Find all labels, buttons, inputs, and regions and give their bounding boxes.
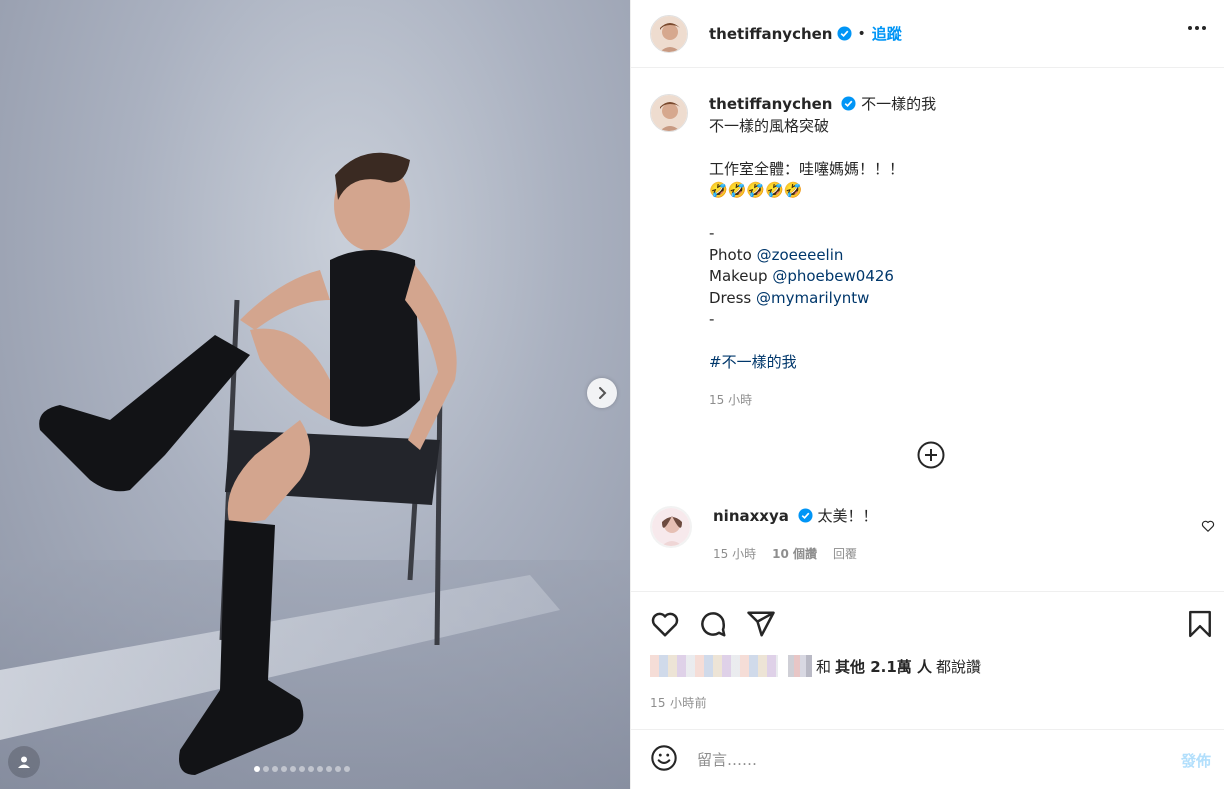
emoji-button[interactable] xyxy=(650,744,678,776)
post-caption: thetiffanychen 不一樣的我 不一樣的風格突破 工作室全體：哇噻媽媽… xyxy=(650,94,1210,411)
carousel-dot xyxy=(344,766,350,772)
chevron-right-icon xyxy=(599,387,607,399)
instagram-post-modal: thetiffanychen • 追蹤 thetiffanychen 不一樣的我… xyxy=(0,0,1224,789)
heart-icon xyxy=(1201,520,1215,532)
caption-blank xyxy=(709,331,936,353)
caption-line: - xyxy=(709,310,715,328)
carousel-indicator xyxy=(254,766,350,772)
likes-summary: 和 其他 2.1萬 人 都說讚 xyxy=(650,655,981,677)
verified-icon xyxy=(841,96,856,111)
author-username[interactable]: thetiffanychen xyxy=(709,25,833,43)
more-options-button[interactable] xyxy=(1188,26,1206,30)
caption-username[interactable]: thetiffanychen xyxy=(709,95,833,113)
load-more-comments-button[interactable] xyxy=(916,440,946,474)
caption-line: - xyxy=(709,224,715,242)
post-side-panel: thetiffanychen • 追蹤 thetiffanychen 不一樣的我… xyxy=(630,0,1224,789)
commenter-avatar[interactable] xyxy=(650,506,692,548)
user-tag-button[interactable] xyxy=(8,746,40,778)
credit-dress: Dress @mymarilyntw xyxy=(709,288,870,307)
comment-time[interactable]: 15 小時 xyxy=(713,544,756,566)
verified-icon xyxy=(836,26,852,41)
carousel-dot xyxy=(308,766,314,772)
author-avatar[interactable] xyxy=(650,14,688,53)
follow-button[interactable]: 追蹤 xyxy=(872,23,902,44)
hashtag-link[interactable]: #不一樣的我 xyxy=(709,352,936,374)
post-comment-button[interactable]: 發佈 xyxy=(1181,750,1211,771)
comment-icon[interactable] xyxy=(698,609,728,639)
save-button[interactable] xyxy=(1187,609,1213,643)
add-comment-box: 發佈 xyxy=(631,729,1224,789)
user-tag-icon xyxy=(18,756,30,768)
carousel-dot xyxy=(263,766,269,772)
credit-makeup: Makeup @phoebew0426 xyxy=(709,267,894,285)
like-comment-button[interactable] xyxy=(1201,518,1215,537)
liker-names-blurred[interactable] xyxy=(650,655,778,677)
likes-liked: 都說讚 xyxy=(936,657,982,676)
comment-likes[interactable]: 10 個讚 xyxy=(772,544,817,566)
caption-line: 工作室全體：哇噻媽媽！！！ xyxy=(709,159,905,178)
mention-link[interactable]: @zoeeeelin xyxy=(757,246,844,264)
likes-others-link[interactable]: 其他 2.1萬 人 xyxy=(835,656,932,677)
mention-link[interactable]: @mymarilyntw xyxy=(756,289,869,307)
more-icon xyxy=(1188,26,1192,30)
commenter-username[interactable]: ninaxxya xyxy=(713,507,789,525)
carousel-dot xyxy=(254,766,260,772)
post-header: thetiffanychen • 追蹤 xyxy=(631,0,1224,68)
caption-line: 不一樣的我 xyxy=(861,95,937,113)
bookmark-icon xyxy=(1189,610,1211,638)
carousel-dot xyxy=(299,766,305,772)
caption-timestamp[interactable]: 15 小時 xyxy=(709,390,936,412)
next-photo-button[interactable] xyxy=(587,378,617,408)
post-actions: 和 其他 2.1萬 人 都說讚 15 小時前 xyxy=(631,591,1224,729)
caption-blank xyxy=(709,137,936,159)
likes-and: 和 xyxy=(816,657,832,676)
carousel-dot xyxy=(281,766,287,772)
photo-scene xyxy=(0,152,630,789)
caption-emoji-line: 🤣🤣🤣🤣🤣 xyxy=(709,181,803,199)
mention-link[interactable]: @phoebew0426 xyxy=(772,267,894,285)
emoji-icon xyxy=(651,744,677,771)
share-icon[interactable] xyxy=(746,609,776,639)
comment-text: 太美！！ xyxy=(817,507,878,525)
post-photo[interactable] xyxy=(0,0,630,789)
carousel-dot xyxy=(272,766,278,772)
credit-photo: Photo @zoeeeelin xyxy=(709,245,844,264)
heart-icon[interactable] xyxy=(650,609,680,639)
verified-icon xyxy=(798,508,813,523)
carousel-dot xyxy=(326,766,332,772)
comment-item: ninaxxya 太美！！ 15 小時 10 個讚 回覆 xyxy=(650,506,1215,565)
carousel-dot xyxy=(335,766,341,772)
liker-avatar-blurred xyxy=(788,655,812,677)
caption-line: 不一樣的風格突破 xyxy=(709,116,830,135)
header-separator: • xyxy=(857,25,866,42)
caption-author-avatar[interactable] xyxy=(650,94,688,132)
comment-input[interactable] xyxy=(697,750,1157,769)
post-timestamp[interactable]: 15 小時前 xyxy=(650,694,707,711)
carousel-dot xyxy=(290,766,296,772)
carousel-dot xyxy=(317,766,323,772)
caption-blank xyxy=(709,202,936,224)
reply-button[interactable]: 回覆 xyxy=(833,544,857,566)
add-circle-icon xyxy=(917,441,945,469)
